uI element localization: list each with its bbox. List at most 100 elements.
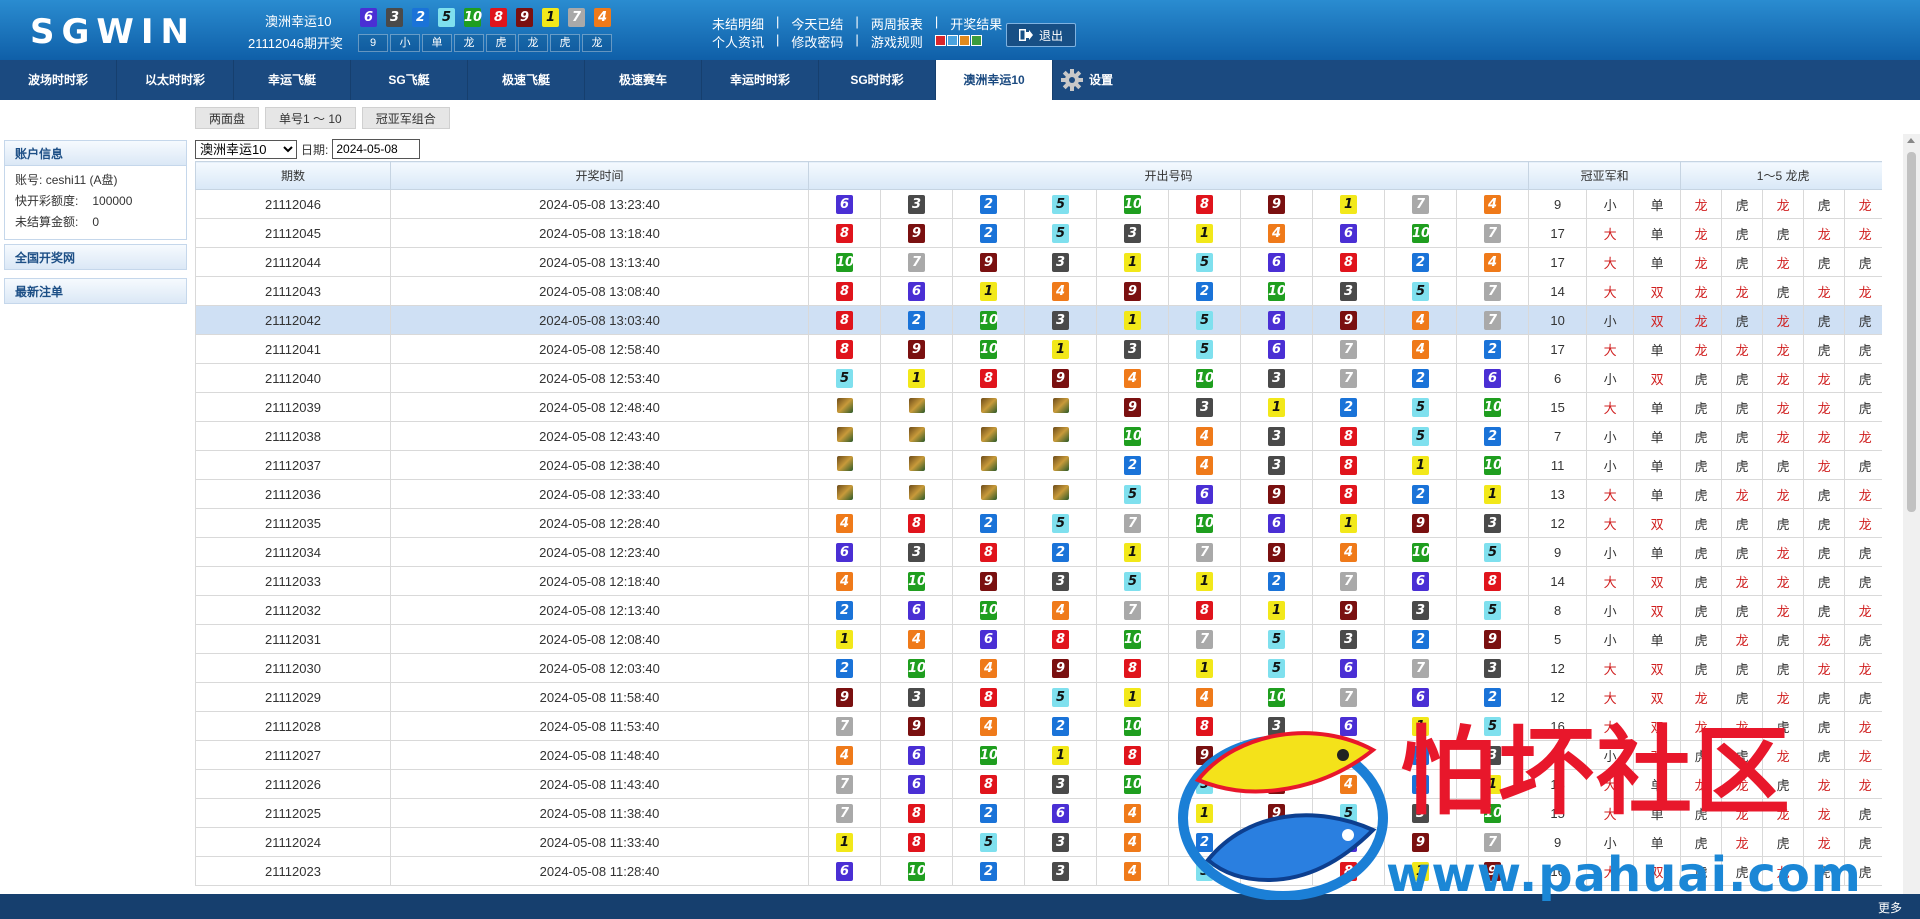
color-swatch[interactable] xyxy=(970,35,982,46)
game-select[interactable]: 澳洲幸运10 xyxy=(195,139,297,159)
nav-tab[interactable]: 幸运飞艇 xyxy=(234,60,351,100)
nav-tab[interactable]: 以太时时彩 xyxy=(117,60,234,100)
ball-cell: 3 xyxy=(1240,450,1313,480)
account-info-header[interactable]: 账户信息 xyxy=(4,140,187,166)
ball-cell: 2 xyxy=(808,595,881,625)
national-draw-link[interactable]: 全国开奖网 xyxy=(4,244,187,270)
table-row[interactable]: 21112036 2024-05-08 12:33:40 5 6 9 8 2 1 13 大单虎龙龙… xyxy=(195,479,1882,509)
dragon-tiger-cell: 虎 xyxy=(1844,247,1882,277)
ball-cell: 2 xyxy=(952,508,1025,538)
ball-cell: 9 xyxy=(880,334,953,364)
draw-ball: 1 xyxy=(1412,455,1429,475)
theme-color-swatches[interactable] xyxy=(934,35,983,51)
table-row[interactable]: 21112027 2024-05-08 11:48:40 4 6 10 1 8 9 7 5 2 3 10… xyxy=(195,740,1882,770)
top-link[interactable]: 未结明细 xyxy=(712,14,764,33)
nav-tab[interactable]: 极速赛车 xyxy=(585,60,702,100)
settings-tab[interactable]: 设置 xyxy=(1053,60,1113,100)
table-row[interactable]: 21112042 2024-05-08 13:03:40 8 2 10 3 1 5 6 9 4 7 10… xyxy=(195,305,1882,335)
logout-button[interactable]: 退出 xyxy=(1006,23,1076,47)
table-row[interactable]: 21112025 2024-05-08 11:38:40 7 8 2 6 4 1 9 5 3 10 15… xyxy=(195,798,1882,828)
ball-cell: 7 xyxy=(880,247,953,277)
scroll-thumb[interactable] xyxy=(1907,152,1916,512)
table-row[interactable]: 21112038 2024-05-08 12:43:40 10 4 3 8 5 2 7 小单虎虎龙… xyxy=(195,421,1882,451)
table-row[interactable]: 21112030 2024-05-08 12:03:40 2 10 4 9 8 1 5 6 7 3 12… xyxy=(195,653,1882,683)
ball-cell: 4 xyxy=(1096,363,1169,393)
scroll-up-arrow-icon[interactable] xyxy=(1907,138,1915,143)
nav-tab[interactable]: 澳洲幸运10 xyxy=(936,60,1053,100)
ball-cell: 6 xyxy=(1312,827,1385,857)
date-input[interactable] xyxy=(332,139,421,159)
nav-tab[interactable]: SG飞艇 xyxy=(351,60,468,100)
dragon-tiger-cell: 虎 xyxy=(1844,624,1882,654)
ball-cell: 8 xyxy=(952,363,1025,393)
table-row[interactable]: 21112029 2024-05-08 11:58:40 9 3 8 5 1 4 10 7 6 2 12… xyxy=(195,682,1882,712)
table-row[interactable]: 21112039 2024-05-08 12:48:40 9 3 1 2 5 10 15 大单虎虎… xyxy=(195,392,1882,422)
table-row[interactable]: 21112040 2024-05-08 12:53:40 5 1 8 9 4 10 3 7 2 6 6 小… xyxy=(195,363,1882,393)
top-link[interactable]: 个人资讯 xyxy=(712,32,764,51)
draw-ball: 10 xyxy=(980,310,999,330)
ball-cell: 1 xyxy=(1384,856,1457,886)
sum-cell: 12 xyxy=(1528,682,1588,712)
ball-cell: 7 xyxy=(1312,334,1385,364)
draw-ball: 1 xyxy=(1196,223,1213,243)
top-link[interactable]: 两周报表 xyxy=(871,14,923,33)
ball-cell: 5 xyxy=(1312,740,1385,770)
dragon-tiger-cell: 龙 xyxy=(1844,189,1882,219)
top-link[interactable]: 游戏规则 xyxy=(871,32,923,51)
table-row[interactable]: 21112046 2024-05-08 13:23:40 6 3 2 5 10 8 9 1 7 4 9 小… xyxy=(195,189,1882,219)
nav-tab[interactable]: 波场时时彩 xyxy=(0,60,117,100)
time-cell: 2024-05-08 11:38:40 xyxy=(390,798,809,828)
table-row[interactable]: 21112023 2024-05-08 11:28:40 6 10 2 3 4 5 7 8 1 9 16… xyxy=(195,856,1882,886)
draw-ball: 10 xyxy=(1124,716,1143,736)
more-link[interactable]: 更多 xyxy=(1878,899,1902,916)
scrollbar[interactable] xyxy=(1903,134,1920,894)
table-row[interactable]: 21112035 2024-05-08 12:28:40 4 8 2 5 7 10 6 1 9 3 12… xyxy=(195,508,1882,538)
draw-ball: 1 xyxy=(1052,339,1069,359)
ball-cell: 9 xyxy=(880,711,953,741)
draw-ball: 3 xyxy=(908,687,925,707)
table-row[interactable]: 21112043 2024-05-08 13:08:40 8 6 1 4 9 2 10 3 5 7 14… xyxy=(195,276,1882,306)
draw-ball: 10 xyxy=(1484,455,1503,475)
color-swatch[interactable] xyxy=(958,35,970,46)
table-row[interactable]: 21112026 2024-05-08 11:43:40 7 6 8 3 10 5 9 4 2 1 13… xyxy=(195,769,1882,799)
table-row[interactable]: 21112033 2024-05-08 12:18:40 4 10 9 3 5 1 2 7 6 8 14… xyxy=(195,566,1882,596)
table-row[interactable]: 21112034 2024-05-08 12:23:40 6 3 8 2 1 7 9 4 10 5 9 小… xyxy=(195,537,1882,567)
nav-tab[interactable]: SG时时彩 xyxy=(819,60,936,100)
table-row[interactable]: 21112032 2024-05-08 12:13:40 2 6 10 4 7 8 1 9 3 5 8 小… xyxy=(195,595,1882,625)
subtab[interactable]: 单号1 ～ 10 xyxy=(265,107,356,129)
table-row[interactable]: 21112031 2024-05-08 12:08:40 1 4 6 8 10 7 5 3 2 9 5 小… xyxy=(195,624,1882,654)
subtab[interactable]: 冠亚军组合 xyxy=(361,107,450,129)
ball-cell: 9 xyxy=(1240,769,1313,799)
ball-cell: 8 xyxy=(1312,479,1385,509)
draw-ball: 9 xyxy=(1268,803,1285,823)
table-row[interactable]: 21112037 2024-05-08 12:38:40 2 4 3 8 1 10 11 小单虎虎… xyxy=(195,450,1882,480)
size-cell: 小 xyxy=(1586,827,1635,857)
top-link[interactable]: 今天已结 xyxy=(791,14,843,33)
logout-label: 退出 xyxy=(1038,28,1063,43)
color-swatch[interactable] xyxy=(946,35,958,46)
ball-cell: 1 xyxy=(1455,479,1530,509)
ball-cell: 6 xyxy=(880,595,953,625)
color-swatch[interactable] xyxy=(934,35,946,46)
credit-label: 快开彩额度: xyxy=(15,194,79,208)
table-row[interactable]: 21112041 2024-05-08 12:58:40 8 9 10 1 3 5 6 7 4 2 17… xyxy=(195,334,1882,364)
table-row[interactable]: 21112044 2024-05-08 13:13:40 10 7 9 3 1 5 6 8 2 4 17… xyxy=(195,247,1882,277)
draw-ball: 8 xyxy=(980,542,997,562)
draw-ball: 1 xyxy=(1124,252,1141,272)
table-row[interactable]: 21112024 2024-05-08 11:33:40 1 8 5 3 4 2 10 6 9 7 9 小… xyxy=(195,827,1882,857)
ball-cell: 1 xyxy=(1096,305,1169,335)
draw-ball: 10 xyxy=(1268,687,1287,707)
top-link[interactable]: 修改密码 xyxy=(791,32,843,51)
table-row[interactable]: 21112045 2024-05-08 13:18:40 8 9 2 5 3 1 4 6 10 7 17… xyxy=(195,218,1882,248)
nav-tab[interactable]: 极速飞艇 xyxy=(468,60,585,100)
latest-bets-link[interactable]: 最新注单 xyxy=(4,278,187,304)
ball-cell: 5 xyxy=(1168,769,1241,799)
draw-ball: 9 xyxy=(836,687,853,707)
ball-cell: 6 xyxy=(1024,798,1097,828)
subtab[interactable]: 两面盘 xyxy=(195,107,260,129)
nav-tab[interactable]: 幸运时时彩 xyxy=(702,60,819,100)
draw-ball xyxy=(836,485,853,500)
table-row[interactable]: 21112028 2024-05-08 11:53:40 7 9 4 2 10 8 3 6 1 5 16… xyxy=(195,711,1882,741)
latest-ball-5: 10 xyxy=(464,8,483,27)
top-link[interactable]: 开奖结果 xyxy=(950,14,1002,33)
